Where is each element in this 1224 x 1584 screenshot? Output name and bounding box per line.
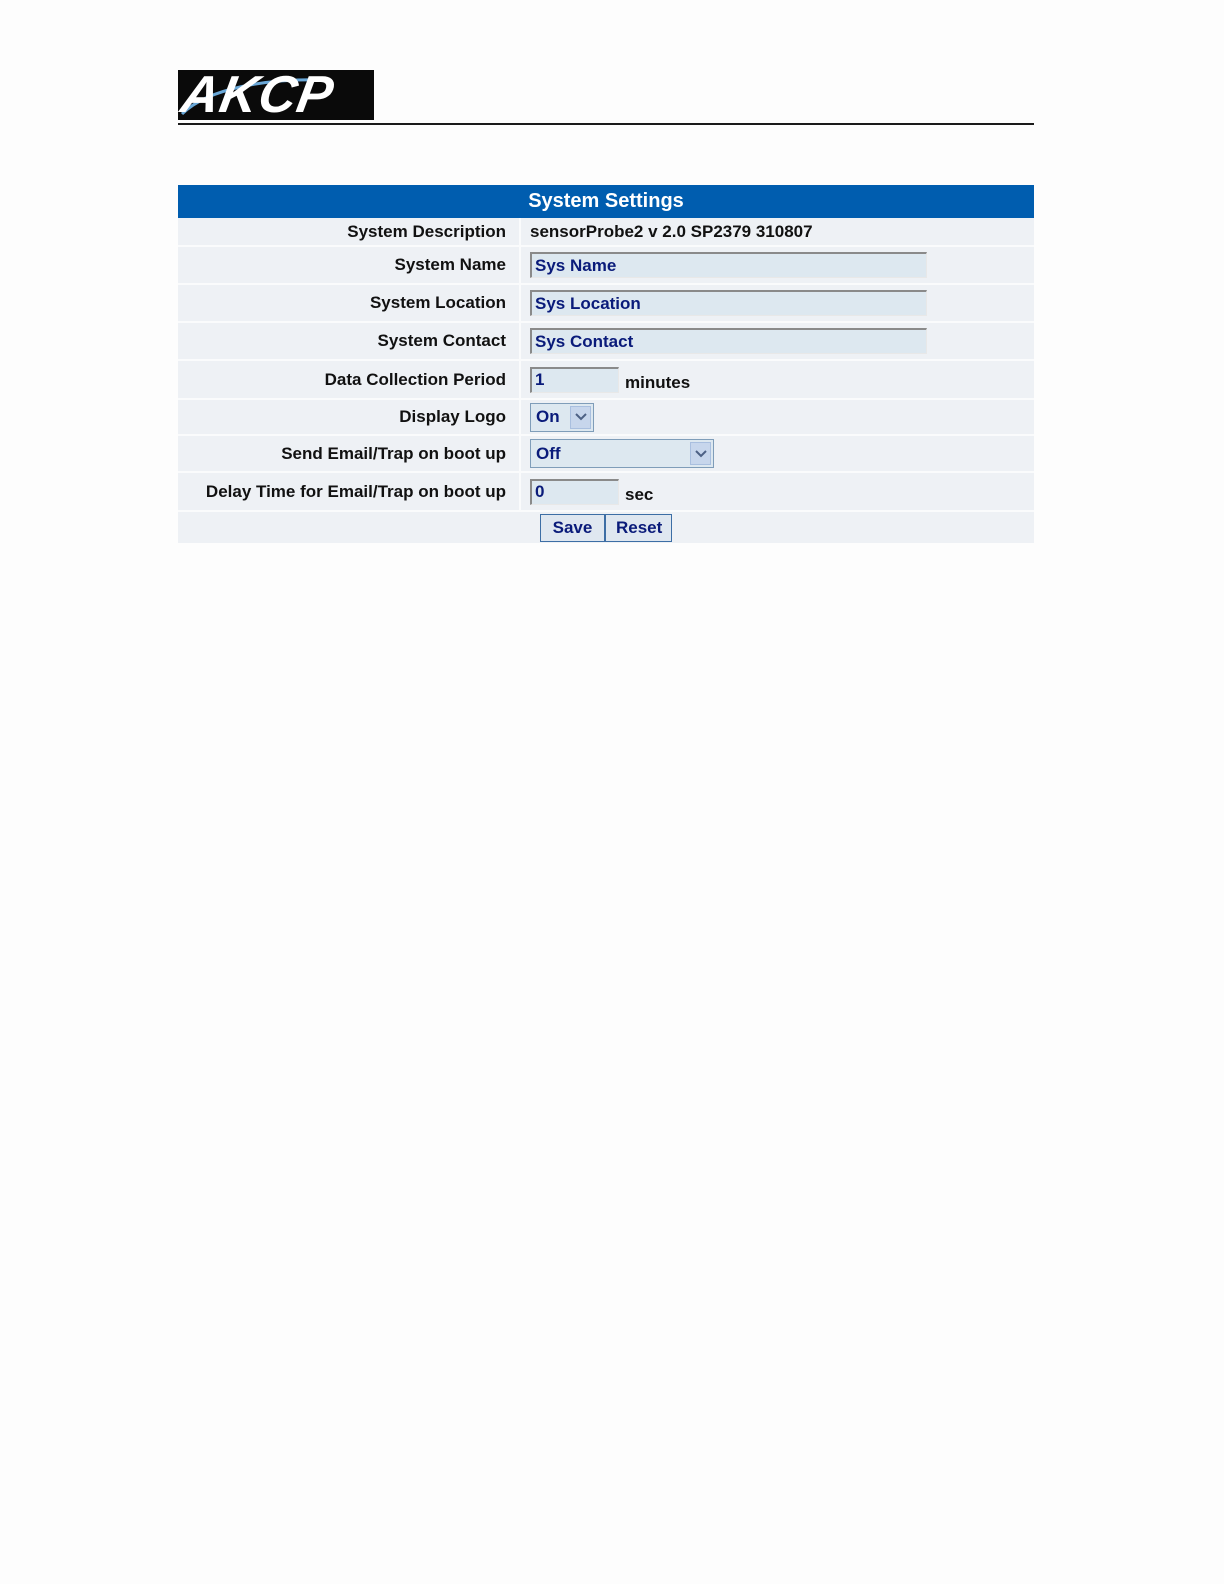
- data-collection-period-input[interactable]: [530, 366, 619, 393]
- send-email-trap-select[interactable]: Off: [530, 439, 714, 468]
- logo-wordmark: AKCP: [178, 70, 339, 120]
- delay-time-input[interactable]: [530, 478, 619, 505]
- system-location-label: System Location: [178, 285, 521, 321]
- row-system-description: System Description sensorProbe2 v 2.0 SP…: [178, 218, 1034, 247]
- display-logo-label: Display Logo: [178, 400, 521, 434]
- form-buttons: Save Reset: [178, 512, 1034, 543]
- save-button[interactable]: Save: [540, 513, 605, 542]
- data-collection-period-label: Data Collection Period: [178, 361, 521, 398]
- system-name-label: System Name: [178, 247, 521, 283]
- system-description-label: System Description: [178, 218, 521, 245]
- chevron-down-icon[interactable]: [570, 405, 591, 429]
- akcp-logo: AKCP: [178, 70, 374, 120]
- row-display-logo: Display Logo On: [178, 400, 1034, 436]
- row-data-collection-period: Data Collection Period minutes: [178, 361, 1034, 400]
- row-delay-time: Delay Time for Email/Trap on boot up sec: [178, 473, 1034, 512]
- panel-title: System Settings: [178, 185, 1034, 218]
- system-contact-label: System Contact: [178, 323, 521, 359]
- row-system-contact: System Contact: [178, 323, 1034, 361]
- row-system-name: System Name: [178, 247, 1034, 285]
- display-logo-select[interactable]: On: [530, 402, 594, 432]
- data-collection-period-unit: minutes: [625, 372, 691, 392]
- system-settings-panel: System Settings System Description senso…: [178, 185, 1034, 543]
- header-divider: [178, 123, 1034, 125]
- system-contact-input[interactable]: [530, 328, 927, 354]
- send-email-trap-label: Send Email/Trap on boot up: [178, 436, 521, 471]
- reset-button[interactable]: Reset: [605, 513, 672, 542]
- row-system-location: System Location: [178, 285, 1034, 323]
- system-description-value: sensorProbe2 v 2.0 SP2379 310807: [530, 221, 813, 241]
- chevron-down-icon[interactable]: [690, 442, 711, 465]
- row-send-email-trap-on-boot: Send Email/Trap on boot up Off: [178, 436, 1034, 473]
- delay-time-label: Delay Time for Email/Trap on boot up: [178, 473, 521, 510]
- display-logo-selected: On: [536, 407, 560, 426]
- system-name-input[interactable]: [530, 252, 927, 278]
- send-email-trap-selected: Off: [536, 443, 561, 463]
- delay-time-unit: sec: [625, 484, 654, 504]
- system-location-input[interactable]: [530, 290, 927, 316]
